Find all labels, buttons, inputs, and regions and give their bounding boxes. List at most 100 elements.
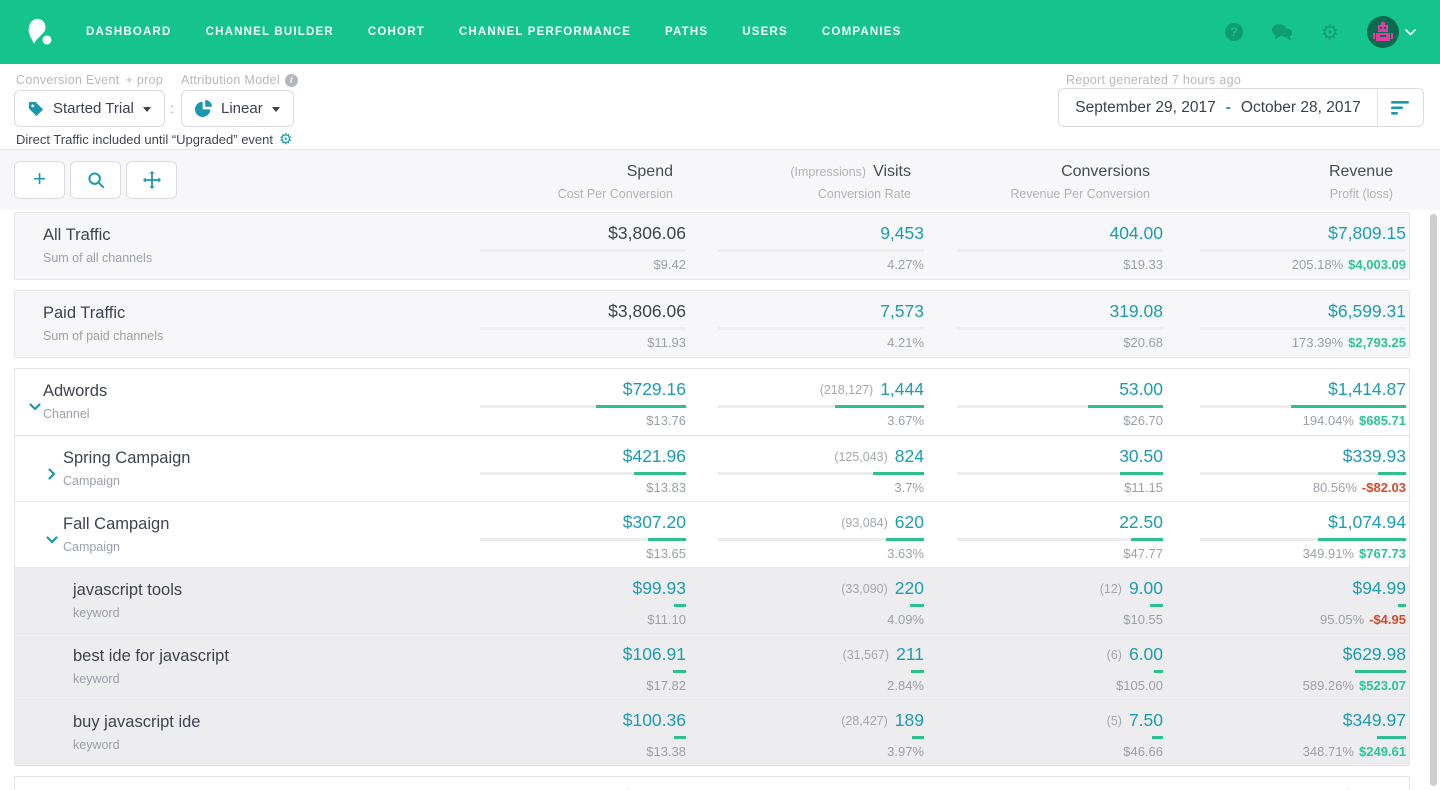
help-icon[interactable]: ?: [1223, 21, 1245, 43]
metric-subvalue: $11.15: [913, 480, 1163, 495]
nav-item-users[interactable]: USERS: [742, 26, 788, 38]
metric-bar: [718, 736, 924, 739]
nav-item-channel-builder[interactable]: CHANNEL BUILDER: [206, 26, 334, 38]
add-prop-link[interactable]: + prop: [125, 73, 163, 87]
table-row[interactable]: Fall Campaign Campaign $307.20 $13.65 (9…: [15, 501, 1409, 567]
add-channel-button[interactable]: +: [14, 161, 65, 199]
column-header-revenue[interactable]: Revenue Profit (loss): [1093, 163, 1393, 201]
metric-bar: [718, 670, 924, 673]
metric-cell: $339.93 80.56%-$82.03: [1156, 436, 1406, 495]
metric-bar: [718, 472, 924, 475]
metric-bar: [1200, 538, 1406, 541]
nav-item-paths[interactable]: PATHS: [665, 26, 708, 38]
metric-cell: (31,567)211 2.84%: [674, 634, 924, 693]
profit-percent: 95.05%: [1320, 612, 1364, 627]
metric-value[interactable]: $629.98: [1343, 644, 1406, 664]
metric-value[interactable]: $7,809.15: [1328, 223, 1406, 243]
settings-gear-icon[interactable]: ⚙: [1319, 21, 1341, 43]
table-row[interactable]: Adwords Channel $729.16 $13.76 (218,127)…: [15, 369, 1409, 435]
metric-value[interactable]: 404.00: [1109, 223, 1163, 243]
nav-utilities: ? ⚙: [1223, 16, 1416, 48]
date-range-picker[interactable]: September 29, 2017 - October 28, 2017: [1058, 88, 1424, 127]
metric-cell: (28,427)189 3.97%: [674, 700, 924, 759]
search-button[interactable]: [70, 161, 121, 199]
profit-percent: 349.91%: [1303, 546, 1354, 561]
account-menu[interactable]: [1367, 16, 1416, 48]
metric-subvalue: $11.10: [436, 612, 686, 627]
attribution-model-value: Linear: [221, 100, 263, 117]
metric-cell: $349.97 348.71%$249.61: [1156, 700, 1406, 759]
metric-value[interactable]: $339.93: [1343, 446, 1406, 466]
pie-chart-icon: [195, 100, 212, 117]
metric-cell: (6)6.00 $105.00: [913, 634, 1163, 693]
metric-value[interactable]: $1,414.87: [1328, 379, 1406, 399]
metric-bar: [957, 538, 1163, 541]
metric-bar: [480, 327, 686, 330]
expand-chevron-icon[interactable]: [28, 400, 42, 414]
chat-icon[interactable]: [1271, 21, 1293, 43]
filter-separator: :: [170, 100, 174, 116]
nav-item-cohort[interactable]: COHORT: [368, 26, 425, 38]
metric-bar: [957, 604, 1163, 607]
user-avatar[interactable]: [1367, 16, 1399, 48]
metric-bar: [718, 327, 924, 330]
profit-percent: 173.39%: [1292, 335, 1343, 350]
filter-bar: Conversion Event+ prop Attribution Model…: [0, 64, 1440, 150]
metric-cell: (12)9.00 $10.55: [913, 568, 1163, 627]
attribution-model-select[interactable]: Linear: [181, 90, 294, 127]
nav-item-channel-performance[interactable]: CHANNEL PERFORMANCE: [459, 26, 631, 38]
nav-item-companies[interactable]: COMPANIES: [822, 26, 902, 38]
metric-value[interactable]: $1,074.94: [1328, 512, 1406, 532]
metric-cell: (5)7.50 $46.66: [913, 700, 1163, 759]
nav-items: DASHBOARD CHANNEL BUILDER COHORT CHANNEL…: [86, 26, 902, 38]
metric-subvalue: $26.70: [913, 413, 1163, 428]
conversion-event-value: Started Trial: [53, 100, 134, 117]
note-settings-gear-icon[interactable]: ⚙: [279, 130, 292, 148]
table-toolbar: +: [14, 161, 177, 199]
top-nav: DASHBOARD CHANNEL BUILDER COHORT CHANNEL…: [0, 0, 1440, 64]
vertical-scrollbar[interactable]: [1430, 214, 1437, 786]
attribution-logo-icon[interactable]: [24, 17, 54, 47]
nav-item-dashboard[interactable]: DASHBOARD: [86, 26, 172, 38]
metric-subvalue: $13.76: [436, 413, 686, 428]
table-row[interactable]: Spring Campaign Campaign $421.96 $13.83 …: [15, 435, 1409, 501]
metric-subvalue: 194.04%$685.71: [1156, 413, 1406, 428]
metric-bar: [480, 670, 686, 673]
metric-value[interactable]: $6,599.31: [1328, 301, 1406, 321]
table-row[interactable]: All Traffic Sum of all channels $3,806.0…: [15, 213, 1409, 279]
table-row[interactable]: buy javascript ide keyword $100.36 $13.3…: [15, 699, 1409, 765]
profit-amount: $767.73: [1359, 546, 1406, 561]
reorder-move-button[interactable]: [126, 161, 177, 199]
table-row[interactable]: Paid Traffic Sum of paid channels $3,806…: [15, 291, 1409, 357]
metric-value[interactable]: $94.99: [1352, 578, 1406, 598]
channel-card-video: Video Channel $322.20 275 14.00 $844.97: [14, 776, 1410, 790]
metric-cell: 7,573 4.21%: [674, 291, 924, 350]
metric-cell: 319.08 $20.68: [913, 291, 1163, 350]
profit-percent: 348.71%: [1303, 744, 1354, 759]
profit-percent: 205.18%: [1292, 257, 1343, 272]
table-row[interactable]: Video Channel $322.20 275 14.00 $844.97: [15, 777, 1409, 790]
metric-value[interactable]: 319.08: [1109, 301, 1163, 321]
date-end: October 28, 2017: [1241, 99, 1361, 117]
date-filter-button[interactable]: [1377, 89, 1423, 126]
info-icon[interactable]: i: [285, 74, 298, 87]
metric-paren-value: (12): [1100, 582, 1122, 596]
metric-paren-value: (28,427): [841, 714, 888, 728]
metric-bar: [1200, 405, 1406, 408]
metric-bar: [957, 405, 1163, 408]
metric-subvalue: 349.91% $767.73: [1156, 546, 1406, 561]
conversion-event-select[interactable]: Started Trial: [14, 90, 165, 127]
metric-paren-value: (33,090): [841, 582, 888, 596]
metric-value[interactable]: $349.97: [1343, 710, 1406, 730]
metric-cell: $844.97: [1156, 777, 1406, 790]
metric-subvalue: $20.68: [913, 335, 1163, 350]
metric-subvalue: 348.71%$249.61: [1156, 744, 1406, 759]
date-range-values[interactable]: September 29, 2017 - October 28, 2017: [1059, 99, 1377, 117]
expand-chevron-icon[interactable]: [45, 467, 59, 481]
table-row[interactable]: best ide for javascript keyword $106.91 …: [15, 633, 1409, 699]
table-row[interactable]: javascript tools keyword $99.93 $11.10 (…: [15, 567, 1409, 633]
expand-chevron-icon[interactable]: [45, 533, 59, 547]
attribution-model-label-text: Attribution Model: [181, 73, 280, 87]
tag-icon: [28, 101, 44, 117]
date-separator: -: [1226, 99, 1231, 117]
